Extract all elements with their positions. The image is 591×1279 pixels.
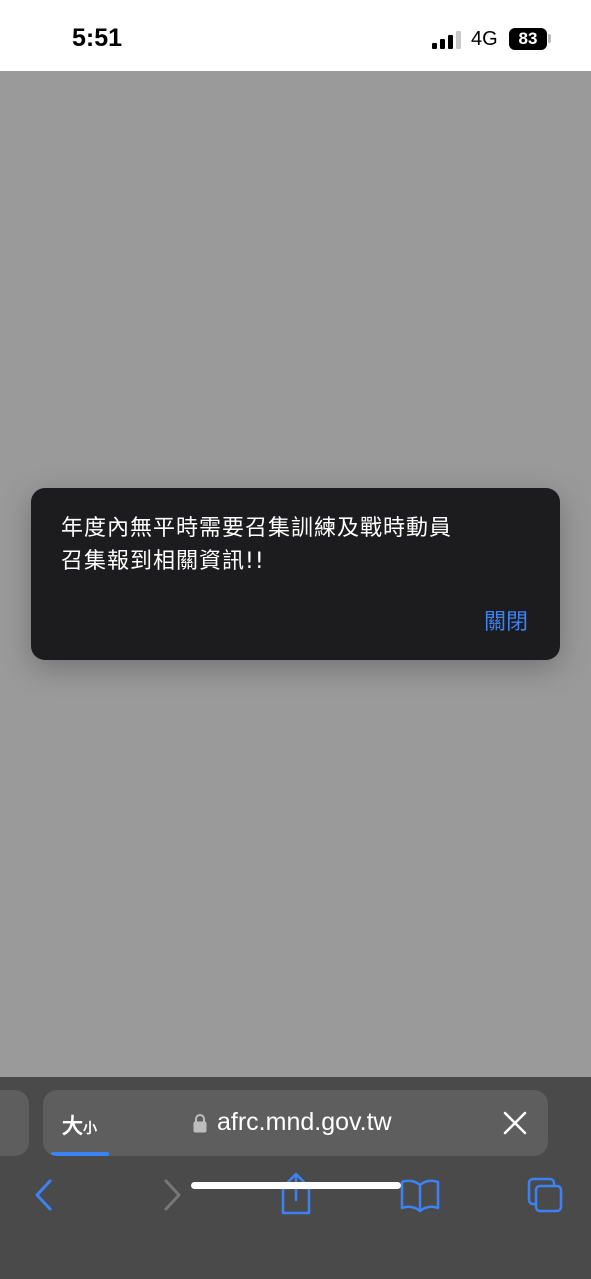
alert-message: 年度內無平時需要召集訓練及戰時動員 召集報到相關資訊!! bbox=[61, 512, 531, 578]
page-load-progress bbox=[51, 1152, 109, 1156]
bookmarks-button[interactable] bbox=[400, 1177, 440, 1213]
alert-message-line-1: 年度內無平時需要召集訓練及戰時動員 bbox=[61, 516, 453, 541]
alert-message-line-2: 召集報到相關資訊!! bbox=[61, 549, 265, 574]
home-indicator[interactable] bbox=[191, 1182, 401, 1189]
clear-url-button[interactable] bbox=[502, 1110, 528, 1136]
text-size-big: 大 bbox=[62, 1114, 83, 1138]
close-button[interactable]: 關閉 bbox=[484, 604, 528, 636]
battery-icon: 83 bbox=[509, 28, 547, 50]
close-icon bbox=[503, 1111, 527, 1135]
signal-icon bbox=[432, 31, 461, 49]
book-icon bbox=[400, 1179, 440, 1213]
battery-tip bbox=[548, 34, 551, 43]
tabs-icon bbox=[527, 1177, 563, 1213]
chevron-left-icon bbox=[35, 1179, 52, 1211]
lock-icon bbox=[193, 1114, 207, 1133]
network-type: 4G bbox=[471, 28, 498, 50]
chevron-right-icon bbox=[164, 1179, 181, 1211]
share-button[interactable] bbox=[278, 1172, 314, 1216]
browser-toolbar: 大小 afrc.mnd.gov.tw bbox=[0, 1077, 591, 1279]
text-size-small: 小 bbox=[83, 1121, 97, 1137]
status-time: 5:51 bbox=[72, 24, 123, 52]
address-bar[interactable]: 大小 afrc.mnd.gov.tw bbox=[43, 1090, 548, 1156]
tabs-button[interactable] bbox=[526, 1176, 564, 1214]
share-icon bbox=[281, 1172, 311, 1215]
text-size-button[interactable]: 大小 bbox=[62, 1110, 97, 1140]
alert-dialog: 年度內無平時需要召集訓練及戰時動員 召集報到相關資訊!! 關閉 bbox=[31, 488, 560, 660]
url-text: afrc.mnd.gov.tw bbox=[217, 1108, 392, 1136]
forward-button[interactable] bbox=[156, 1175, 188, 1215]
status-bar: 5:51 4G 83 bbox=[0, 0, 591, 71]
back-button[interactable] bbox=[28, 1175, 60, 1215]
previous-tab-preview[interactable] bbox=[0, 1090, 29, 1156]
